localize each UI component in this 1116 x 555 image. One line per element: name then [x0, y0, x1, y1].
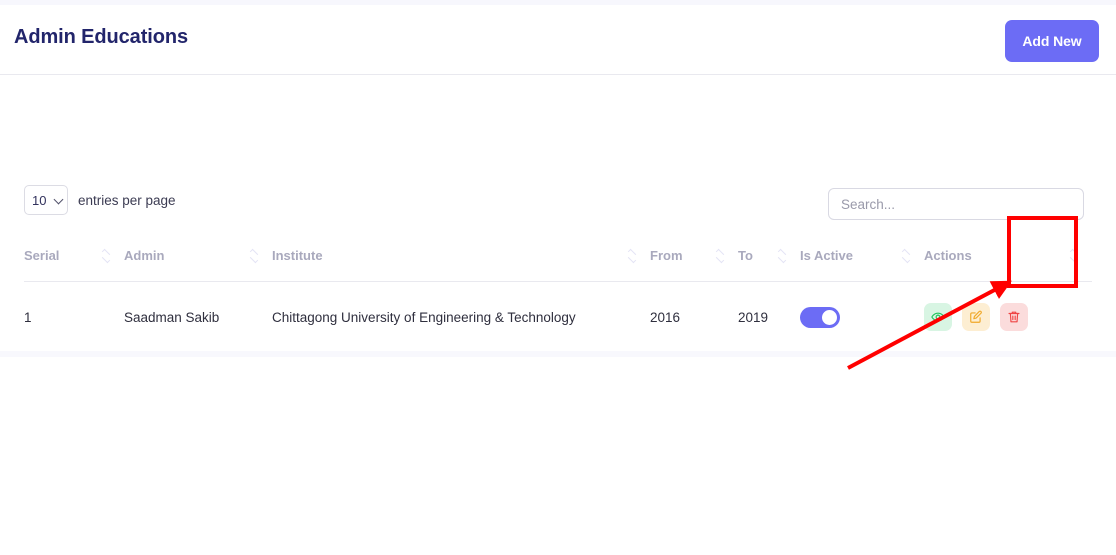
cell-serial: 1: [24, 282, 124, 352]
edit-button[interactable]: [962, 303, 990, 331]
cell-from: 2016: [650, 282, 738, 352]
page-background-below-card: [0, 351, 1116, 555]
card-bottom-divider: [0, 351, 1116, 357]
column-header-actions[interactable]: Actions: [924, 248, 1092, 282]
cell-actions: [924, 282, 1092, 352]
cell-to: 2019: [738, 282, 800, 352]
column-label-serial: Serial: [24, 248, 59, 263]
page-length-control: 10 entries per page: [24, 185, 176, 215]
column-header-institute[interactable]: Institute: [272, 248, 650, 282]
column-header-to[interactable]: To: [738, 248, 800, 282]
sort-icon[interactable]: [778, 251, 786, 261]
view-button[interactable]: [924, 303, 952, 331]
cell-institute: Chittagong University of Engineering & T…: [272, 282, 650, 352]
row-action-group: [924, 303, 1092, 331]
eye-icon: [931, 310, 945, 324]
card-header: Admin Educations Add New: [0, 5, 1116, 75]
column-label-institute: Institute: [272, 248, 323, 263]
toggle-knob: [822, 310, 837, 325]
table-header-row: Serial Admin Institute: [24, 248, 1092, 282]
table-head: Serial Admin Institute: [24, 248, 1092, 282]
page-length-select-wrapper: 10: [24, 185, 68, 215]
table-body: 1 Saadman Sakib Chittagong University of…: [24, 282, 1092, 352]
column-header-from[interactable]: From: [650, 248, 738, 282]
column-header-is-active[interactable]: Is Active: [800, 248, 924, 282]
sort-icon[interactable]: [1070, 251, 1078, 261]
sort-icon[interactable]: [102, 251, 110, 261]
add-new-button[interactable]: Add New: [1005, 20, 1099, 62]
column-header-serial[interactable]: Serial: [24, 248, 124, 282]
cell-is-active: [800, 282, 924, 352]
educations-table: Serial Admin Institute: [24, 248, 1092, 352]
trash-icon: [1007, 310, 1021, 324]
table-row: 1 Saadman Sakib Chittagong University of…: [24, 282, 1092, 352]
search-input[interactable]: [828, 188, 1084, 220]
cell-admin: Saadman Sakib: [124, 282, 272, 352]
sort-icon[interactable]: [716, 251, 724, 261]
column-header-admin[interactable]: Admin: [124, 248, 272, 282]
is-active-toggle[interactable]: [800, 307, 840, 328]
card-body: 10 entries per page Serial: [0, 75, 1116, 350]
educations-card: Admin Educations Add New 10 entries per …: [0, 5, 1116, 351]
column-label-to: To: [738, 248, 753, 263]
sort-icon[interactable]: [628, 251, 636, 261]
column-label-is-active: Is Active: [800, 248, 853, 263]
page-title: Admin Educations: [14, 26, 188, 49]
entries-per-page-label: entries per page: [78, 193, 176, 208]
entries-per-page-select[interactable]: 10: [24, 185, 68, 215]
sort-icon[interactable]: [250, 251, 258, 261]
delete-button[interactable]: [1000, 303, 1028, 331]
column-label-actions: Actions: [924, 248, 972, 263]
column-label-admin: Admin: [124, 248, 164, 263]
sort-icon[interactable]: [902, 251, 910, 261]
column-label-from: From: [650, 248, 683, 263]
pencil-square-icon: [969, 310, 983, 324]
page-container: Admin Educations Add New 10 entries per …: [0, 5, 1116, 555]
